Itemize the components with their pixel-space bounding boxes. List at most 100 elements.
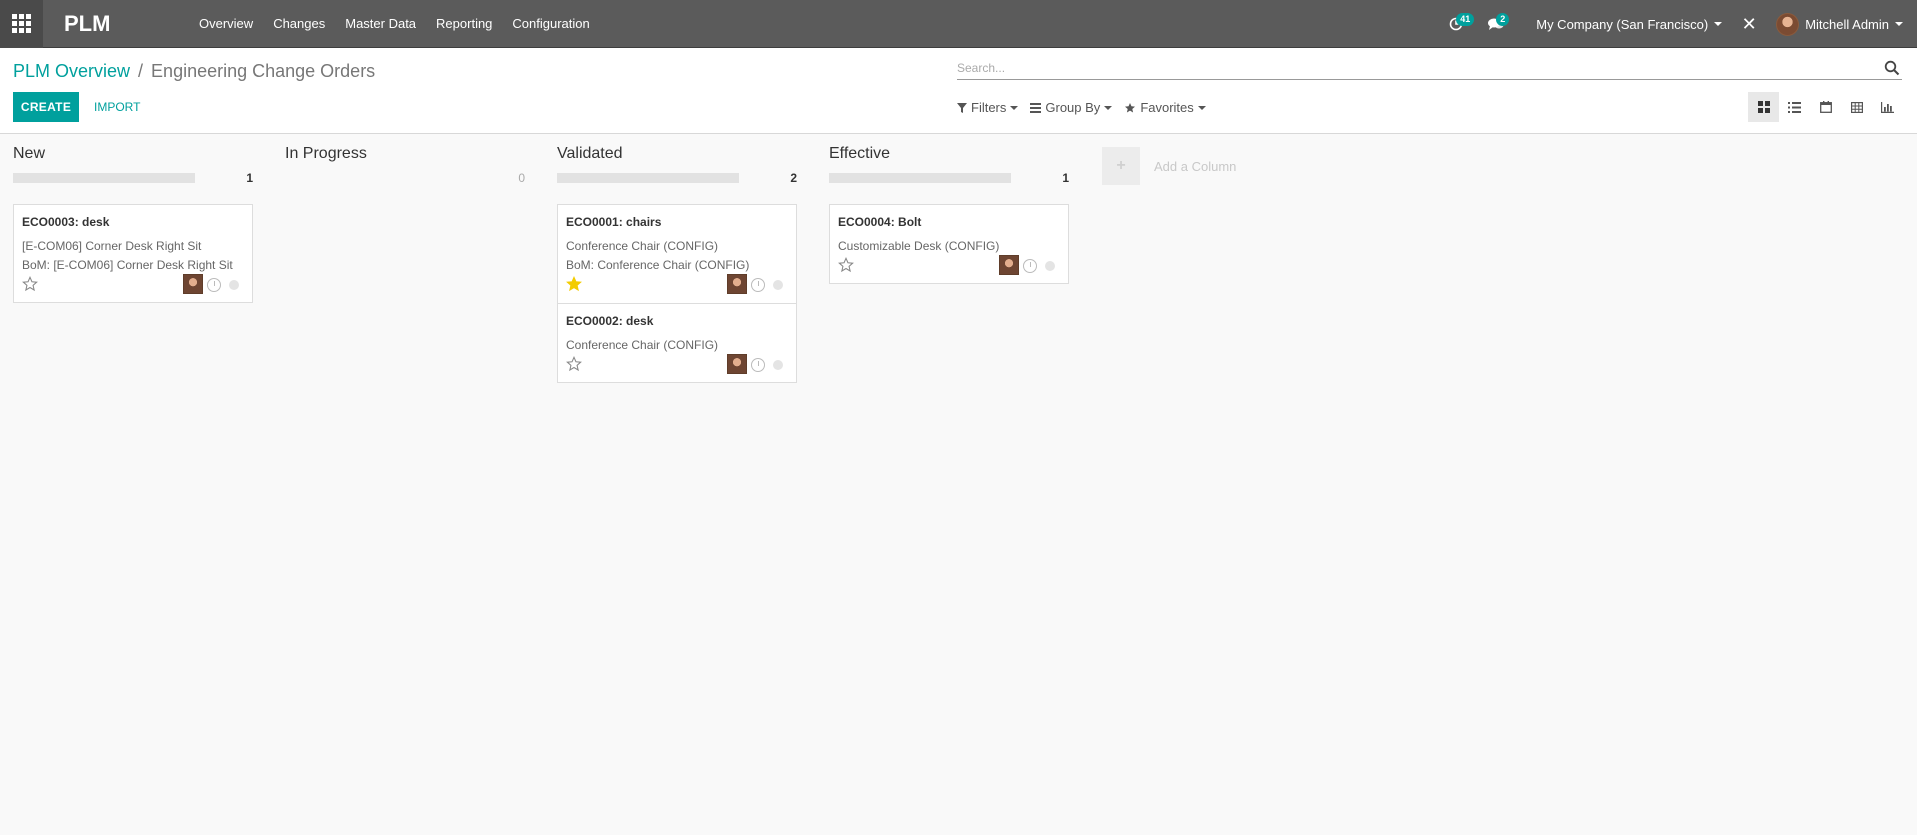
chevron-down-icon [1197, 105, 1206, 110]
menu-item-configuration[interactable]: Configuration [502, 0, 599, 48]
chevron-down-icon [1104, 105, 1113, 110]
star-icon[interactable] [838, 257, 854, 273]
app-brand[interactable]: PLM [64, 11, 169, 37]
breadcrumb-parent-link[interactable]: PLM Overview [13, 61, 130, 82]
chevron-down-icon [1010, 105, 1019, 110]
avatar[interactable] [727, 354, 747, 374]
clock-icon[interactable] [1023, 259, 1037, 273]
status-dot[interactable] [229, 280, 239, 290]
plus-icon: + [1102, 147, 1140, 185]
column-count: 1 [1062, 171, 1069, 185]
card-title: ECO0001: chairs [566, 215, 662, 229]
avatar[interactable] [183, 274, 203, 294]
kanban-card[interactable]: ECO0004: Bolt Customizable Desk (CONFIG) [829, 204, 1069, 284]
chevron-down-icon [1895, 22, 1903, 26]
column-title[interactable]: New [13, 145, 45, 163]
kanban-view-icon [1757, 101, 1770, 113]
breadcrumb: PLM Overview / Engineering Change Orders [13, 61, 375, 82]
status-dot[interactable] [1045, 261, 1055, 271]
list-view-button[interactable] [1779, 92, 1810, 122]
bars-icon [1030, 102, 1042, 113]
card-bom: BoM: Conference Chair (CONFIG) [566, 258, 750, 272]
column-progress-bar[interactable] [829, 173, 1011, 183]
kanban-card[interactable]: ECO0003: desk [E-COM06] Corner Desk Righ… [13, 204, 253, 303]
avatar[interactable] [727, 274, 747, 294]
menu-item-master-data[interactable]: Master Data [335, 0, 426, 48]
status-dot[interactable] [773, 360, 783, 370]
activity-button[interactable]: 41 [1436, 0, 1476, 48]
star-icon[interactable] [566, 356, 582, 372]
card-product: Conference Chair (CONFIG) [566, 239, 719, 253]
menu-item-overview[interactable]: Overview [189, 0, 263, 48]
messages-count-badge: 2 [1496, 13, 1510, 26]
menu-item-reporting[interactable]: Reporting [426, 0, 502, 48]
bar-chart-icon [1881, 101, 1894, 113]
view-switcher [1748, 92, 1903, 122]
star-icon[interactable] [22, 276, 38, 292]
systray: 41 2 My Company (San Francisco) ✕ Mitche… [1436, 0, 1917, 48]
card-product: Conference Chair (CONFIG) [566, 338, 719, 352]
calendar-icon [1819, 101, 1832, 113]
calendar-view-button[interactable] [1810, 92, 1841, 122]
search-input[interactable] [957, 58, 1857, 78]
kanban-card[interactable]: ECO0002: desk Conference Chair (CONFIG) [557, 303, 797, 383]
add-column-label: Add a Column [1154, 158, 1237, 174]
menu-item-changes[interactable]: Changes [263, 0, 335, 48]
clock-icon[interactable] [751, 278, 765, 292]
filter-icon [957, 102, 967, 113]
card-product: Customizable Desk (CONFIG) [838, 239, 1000, 253]
column-count: 2 [790, 171, 797, 185]
apps-menu-button[interactable] [0, 0, 43, 48]
pivot-view-button[interactable] [1841, 92, 1872, 122]
chevron-down-icon [1714, 22, 1723, 26]
company-name: My Company (San Francisco) [1536, 16, 1709, 32]
main-menu: Overview Changes Master Data Reporting C… [189, 0, 600, 48]
avatar[interactable] [999, 255, 1019, 275]
clock-icon[interactable] [751, 358, 765, 372]
column-title[interactable]: Effective [829, 145, 890, 163]
kanban-board: New 1 ECO0003: desk [E-COM06] Corner Des… [0, 134, 1917, 835]
group-by-dropdown[interactable]: Group By [1030, 100, 1113, 115]
breadcrumb-separator: / [138, 61, 144, 81]
column-progress-bar[interactable] [557, 173, 739, 183]
column-title[interactable]: Validated [557, 145, 623, 163]
graph-view-button[interactable] [1872, 92, 1903, 122]
card-bom: BoM: [E-COM06] Corner Desk Right Sit [22, 258, 233, 272]
column-count: 1 [246, 171, 253, 185]
search-options: Filters Group By Favorites [957, 100, 1206, 115]
star-icon [1125, 102, 1136, 112]
card-title: ECO0002: desk [566, 314, 654, 328]
company-switcher[interactable]: My Company (San Francisco) [1526, 17, 1732, 32]
control-panel: PLM Overview / Engineering Change Orders… [0, 48, 1917, 134]
activity-count-badge: 41 [1456, 13, 1475, 26]
favorites-label: Favorites [1140, 100, 1194, 115]
filters-label: Filters [971, 100, 1007, 115]
messaging-button[interactable]: 2 [1476, 0, 1516, 48]
card-product: [E-COM06] Corner Desk Right Sit [22, 239, 202, 253]
column-progress-bar[interactable] [13, 173, 195, 183]
import-button[interactable]: IMPORT [86, 92, 148, 122]
favorites-dropdown[interactable]: Favorites [1124, 100, 1206, 115]
status-dot[interactable] [773, 280, 783, 290]
search-bar [957, 58, 1902, 80]
user-name: Mitchell Admin [1805, 16, 1889, 32]
add-column-button[interactable]: + Add a Column [1102, 147, 1236, 185]
kanban-card[interactable]: ECO0001: chairs Conference Chair (CONFIG… [557, 204, 797, 304]
card-title: ECO0004: Bolt [838, 215, 922, 229]
star-icon[interactable] [566, 276, 582, 292]
table-icon [1850, 101, 1863, 113]
group-by-label: Group By [1045, 100, 1101, 115]
card-title: ECO0003: desk [22, 215, 110, 229]
clock-icon[interactable] [207, 278, 221, 292]
user-avatar [1776, 12, 1800, 36]
apps-grid-icon [12, 14, 31, 33]
close-debug-icon[interactable]: ✕ [1732, 14, 1766, 35]
filters-dropdown[interactable]: Filters [957, 100, 1019, 115]
kanban-view-button[interactable] [1748, 92, 1779, 122]
search-icon[interactable] [1884, 60, 1900, 76]
create-button[interactable]: CREATE [13, 92, 79, 122]
user-menu[interactable]: Mitchell Admin [1766, 12, 1917, 36]
column-title[interactable]: In Progress [285, 145, 367, 163]
column-count: 0 [518, 171, 525, 185]
top-navbar: PLM Overview Changes Master Data Reporti… [0, 0, 1917, 48]
